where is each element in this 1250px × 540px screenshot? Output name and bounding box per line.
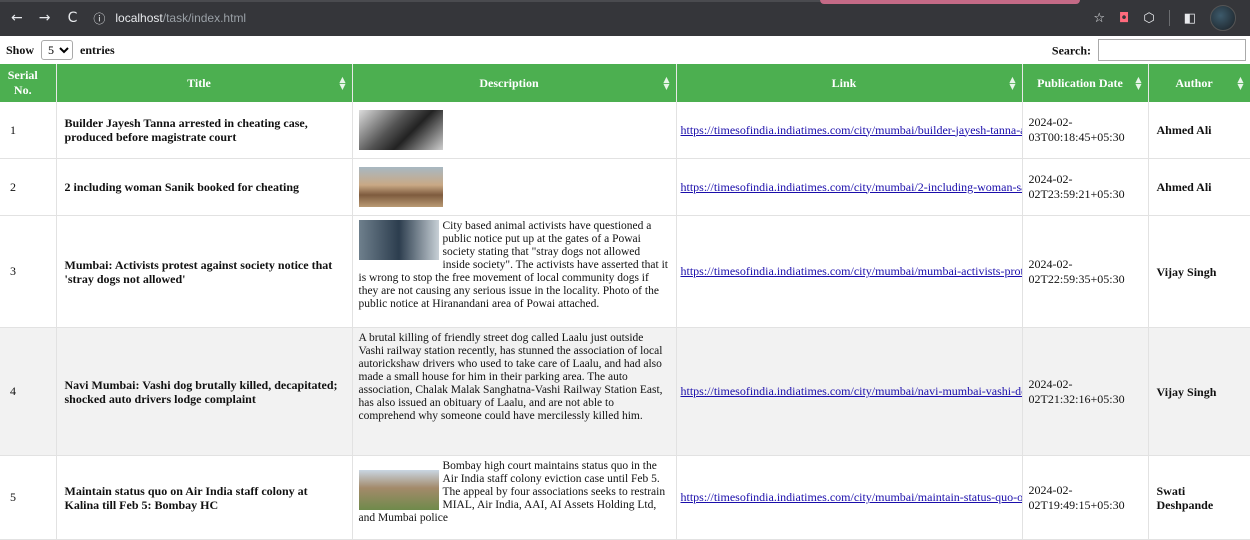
cell-title: Mumbai: Activists protest against societ… — [56, 215, 353, 328]
table-row: 1 Builder Jayesh Tanna arrested in cheat… — [0, 102, 1250, 159]
profile-avatar[interactable] — [1210, 5, 1236, 31]
toolbar-separator — [1168, 10, 1170, 26]
header-date-label: Publication Date — [1037, 75, 1123, 90]
cell-author: Ahmed Ali — [1148, 102, 1250, 159]
cell-serial: 5 — [0, 455, 57, 540]
cell-title: Builder Jayesh Tanna arrested in cheatin… — [56, 102, 353, 159]
article-link[interactable]: https://timesofindia.indiatimes.com/city… — [681, 490, 1022, 504]
table-controls: Show 5 entries Search: — [0, 36, 1250, 64]
article-link[interactable]: https://timesofindia.indiatimes.com/city… — [681, 384, 1022, 398]
header-link[interactable]: Link ▲ ▼ — [676, 64, 1023, 102]
cell-link: https://timesofindia.indiatimes.com/city… — [676, 102, 1023, 159]
cell-date: 2024-02-02T22:59:35+05:30 — [1022, 215, 1149, 328]
header-row: Serial No. Title ▲ ▼ Description ▲ ▼ Link ▲ ▼ … — [0, 64, 1250, 102]
header-title[interactable]: Title ▲ ▼ — [56, 64, 353, 102]
cell-serial: 1 — [0, 102, 57, 159]
news-thumbnail-image — [358, 110, 443, 150]
header-serial[interactable]: Serial No. — [0, 64, 57, 102]
cell-date: 2024-02-03T00:18:45+05:30 — [1022, 102, 1149, 159]
browser-toolbar: ← → C ⓘ localhost/task/index.html ☆ ◘ ⬡ … — [0, 0, 1250, 36]
reload-icon[interactable]: C — [62, 7, 84, 29]
header-description[interactable]: Description ▲ ▼ — [352, 64, 677, 102]
address-bar[interactable]: ⓘ localhost/task/index.html — [93, 6, 1093, 30]
cell-date: 2024-02-02T19:49:15+05:30 — [1022, 455, 1149, 540]
extensions-icon[interactable]: ⬡ — [1143, 11, 1154, 26]
pocket-extension-icon[interactable]: ◘ — [1119, 11, 1129, 26]
table-row: 4 Navi Mumbai: Vashi dog brutally killed… — [0, 327, 1250, 456]
cell-link: https://timesofindia.indiatimes.com/city… — [676, 158, 1023, 216]
article-link[interactable]: https://timesofindia.indiatimes.com/city… — [681, 264, 1022, 278]
cell-link: https://timesofindia.indiatimes.com/city… — [676, 327, 1023, 456]
search-control: Search: — [1052, 39, 1246, 61]
news-thumbnail-image — [358, 220, 439, 260]
news-thumbnail-image — [358, 470, 439, 510]
header-author[interactable]: Author ▲ ▼ — [1148, 64, 1250, 102]
cell-author: Vijay Singh — [1148, 327, 1250, 456]
site-info-icon[interactable]: ⓘ — [93, 10, 105, 27]
cell-link: https://timesofindia.indiatimes.com/city… — [676, 215, 1023, 328]
search-label: Search: — [1051, 43, 1091, 58]
cell-serial: 3 — [0, 215, 57, 328]
entries-control: Show 5 entries — [6, 40, 115, 60]
url-host: localhost — [115, 11, 163, 25]
header-serial-label: Serial No. — [7, 68, 38, 97]
forward-arrow-icon[interactable]: → — [34, 7, 56, 29]
tab-strip-edge — [0, 0, 820, 2]
cell-date: 2024-02-02T23:59:21+05:30 — [1022, 158, 1149, 216]
table-row: 3 Mumbai: Activists protest against soci… — [0, 215, 1250, 328]
cell-description — [352, 158, 677, 216]
cell-description: Bombay high court maintains status quo i… — [352, 455, 677, 540]
header-link-label: Link — [831, 75, 857, 90]
cell-link: https://timesofindia.indiatimes.com/city… — [676, 455, 1023, 540]
cell-author: Ahmed Ali — [1148, 158, 1250, 216]
header-author-label: Author — [1175, 75, 1213, 90]
cell-serial: 2 — [0, 158, 57, 216]
cell-title: 2 including woman Sanik booked for cheat… — [56, 158, 353, 216]
cell-serial: 4 — [0, 327, 57, 456]
sort-arrows-icon: ▲ ▼ — [1009, 75, 1016, 91]
cell-description: A brutal killing of friendly street dog … — [352, 327, 677, 456]
cell-title: Maintain status quo on Air India staff c… — [56, 455, 353, 540]
sort-arrows-icon: ▲ ▼ — [663, 75, 670, 91]
cell-author: Vijay Singh — [1148, 215, 1250, 328]
cell-author: Swati Deshpande — [1148, 455, 1250, 540]
cell-date: 2024-02-02T21:32:16+05:30 — [1022, 327, 1149, 456]
cell-description: City based animal activists have questio… — [352, 215, 677, 328]
article-link[interactable]: https://timesofindia.indiatimes.com/city… — [681, 123, 1022, 137]
cell-title: Navi Mumbai: Vashi dog brutally killed, … — [56, 327, 353, 456]
table-row: 2 2 including woman Sanik booked for che… — [0, 158, 1250, 216]
entries-select[interactable]: 5 — [41, 40, 74, 60]
cell-description — [352, 102, 677, 159]
search-input[interactable] — [1098, 39, 1246, 61]
news-thumbnail-image — [358, 167, 443, 207]
description-text: A brutal killing of friendly street dog … — [358, 332, 663, 422]
sort-arrows-icon: ▲ ▼ — [1135, 75, 1142, 91]
header-publication-date[interactable]: Publication Date ▲ ▼ — [1022, 64, 1149, 102]
header-description-label: Description — [479, 75, 539, 90]
sort-arrows-icon: ▲ ▼ — [339, 75, 346, 91]
active-tab-indicator — [820, 0, 1080, 4]
entries-label: entries — [80, 43, 115, 57]
url-path: /task/index.html — [162, 11, 247, 25]
bookmark-star-icon[interactable]: ☆ — [1093, 11, 1105, 26]
header-title-label: Title — [187, 75, 211, 90]
news-table: Serial No. Title ▲ ▼ Description ▲ ▼ Link ▲ ▼ … — [0, 64, 1250, 540]
back-arrow-icon[interactable]: ← — [6, 7, 28, 29]
sort-arrows-icon: ▲ ▼ — [1237, 75, 1244, 91]
article-link[interactable]: https://timesofindia.indiatimes.com/city… — [681, 180, 1022, 194]
show-label: Show — [6, 43, 35, 57]
table-row: 5 Maintain status quo on Air India staff… — [0, 455, 1250, 540]
side-panel-icon[interactable]: ◧ — [1184, 11, 1196, 26]
